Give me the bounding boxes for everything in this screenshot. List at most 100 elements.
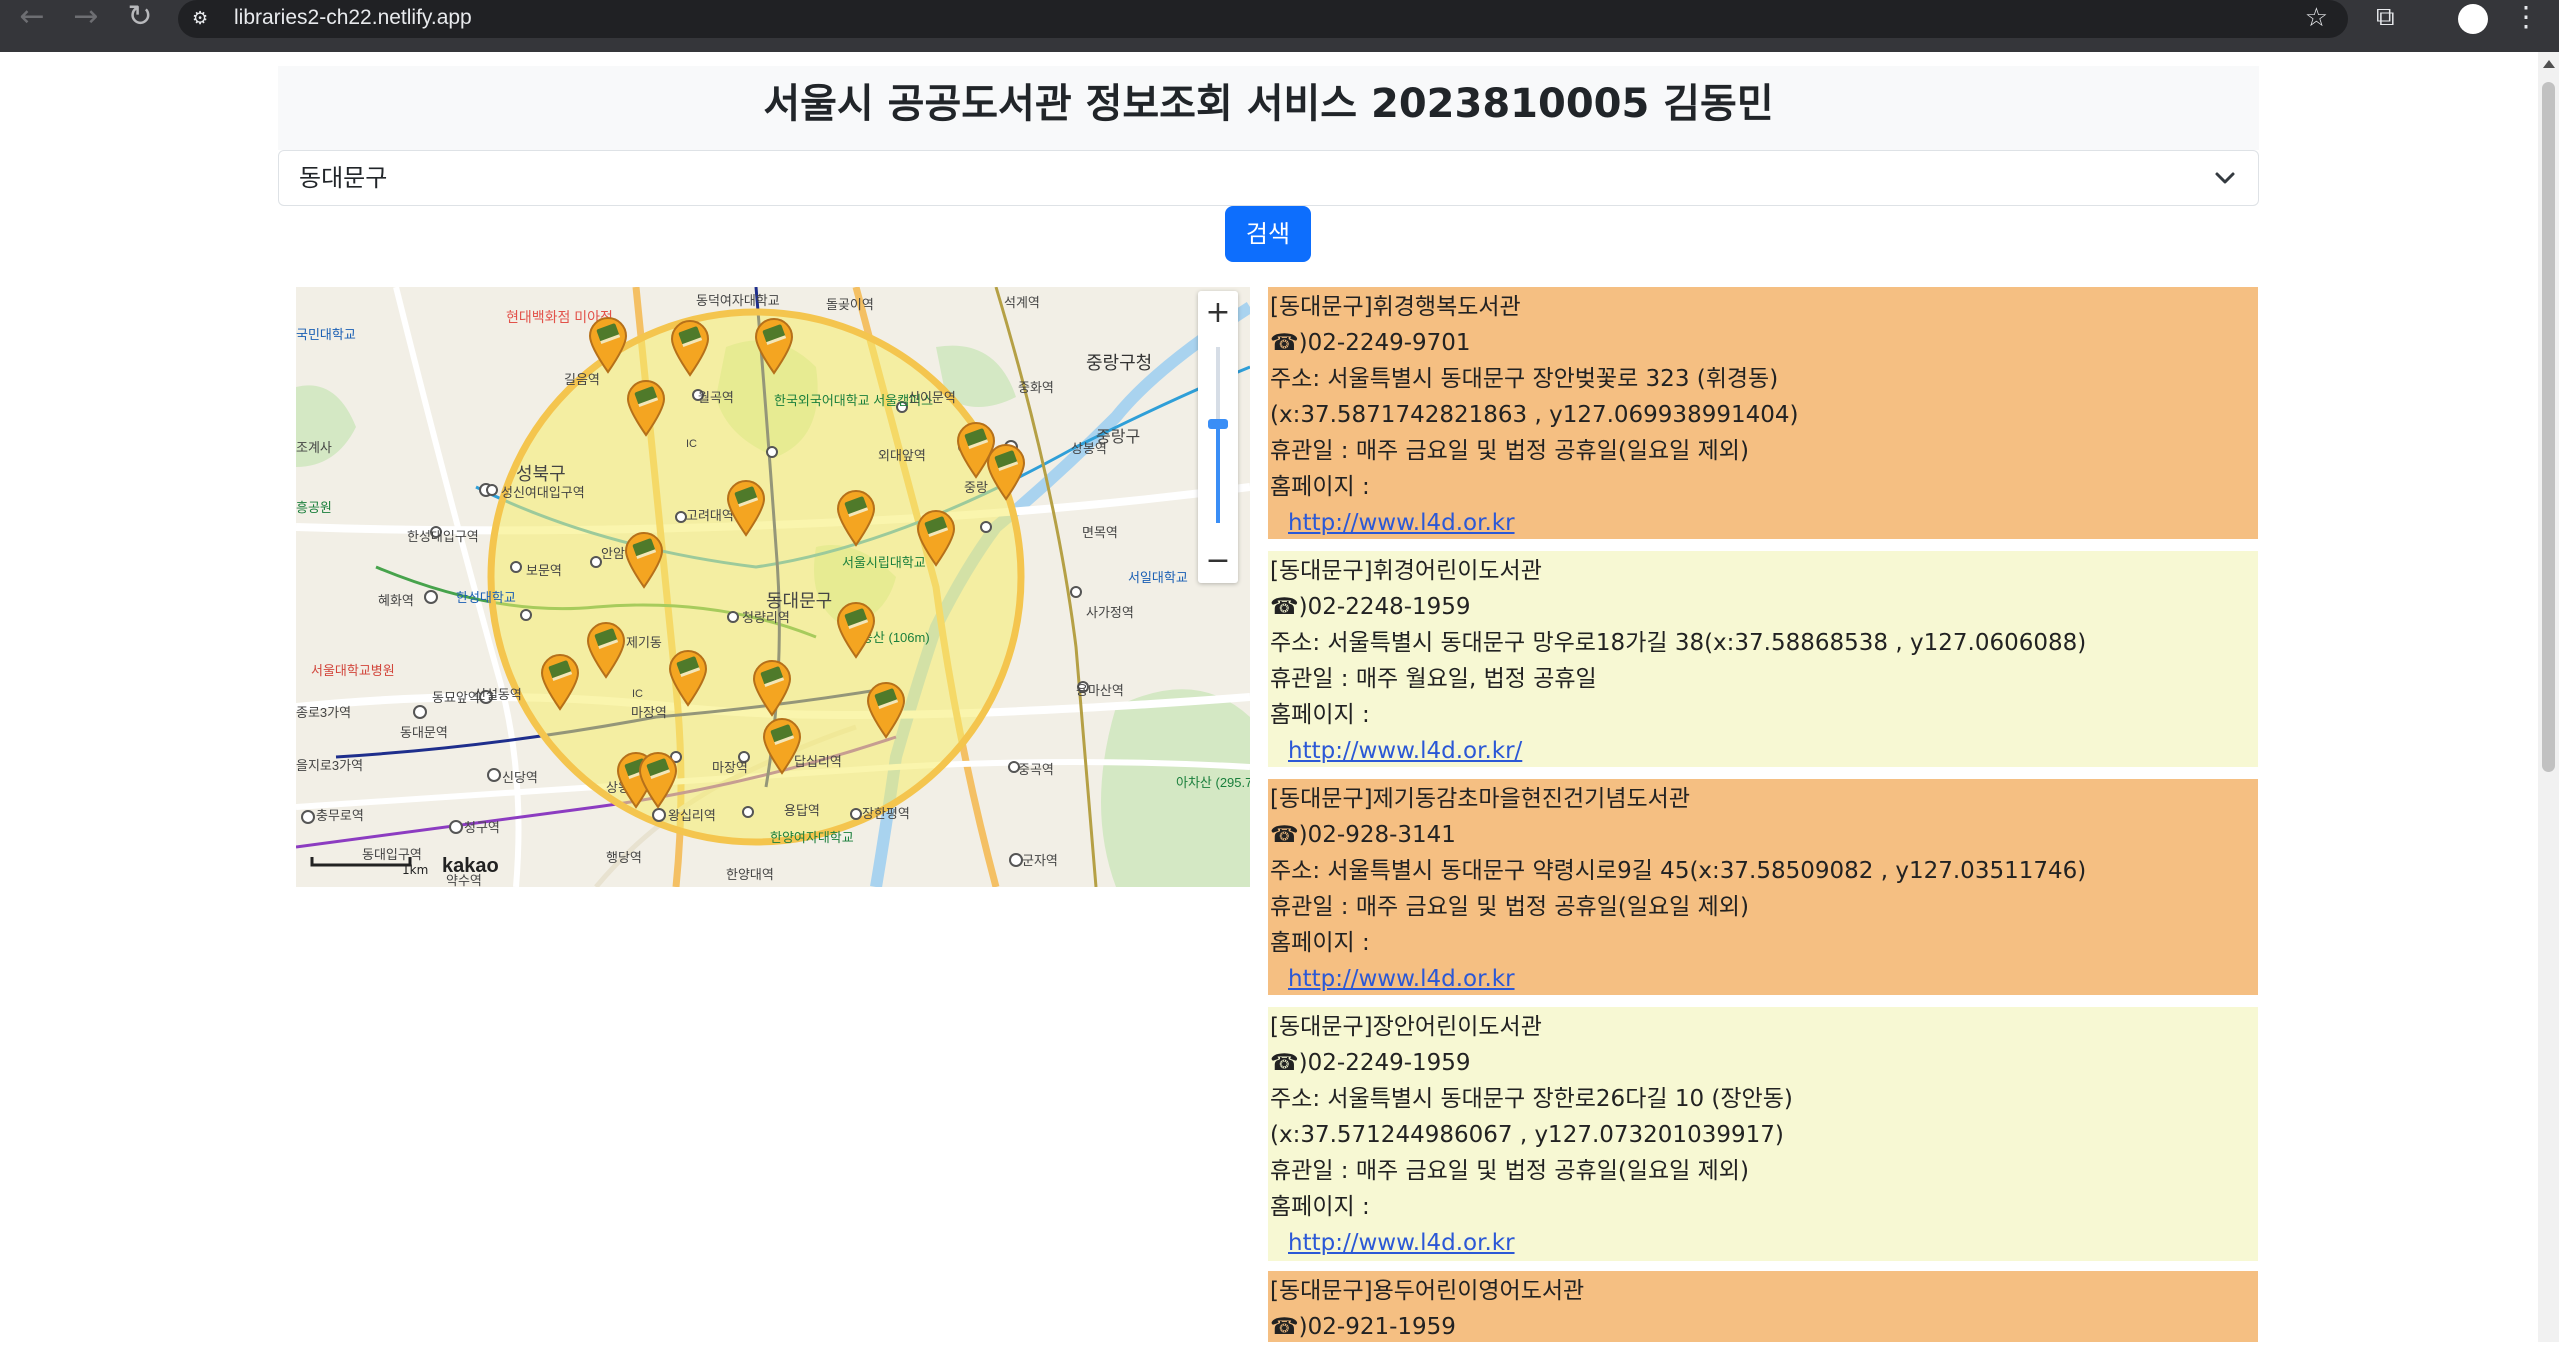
library-address: 주소: 서울특별시 동대문구 장한로26다길 10 (장안동): [1270, 1086, 1793, 1112]
zoom-control: + −: [1198, 291, 1238, 583]
map-base: 현대백화점 미아점 동덕여자대학교 돌곶이역 석계역 중랑구청 국민대학교 길음…: [296, 287, 1250, 887]
map-label: 한양여자대학교: [770, 830, 854, 845]
map-label: 동덕여자대학교: [696, 293, 780, 308]
map-label: 용마산역: [1076, 683, 1124, 698]
map-label: 신이문역: [908, 390, 956, 405]
library-homepage-label: 홈페이지 :: [1270, 474, 1370, 500]
map-label: 아차산 (295.7m): [1176, 775, 1250, 790]
map-label: IC: [632, 688, 643, 700]
address-bar[interactable]: ⚙ libraries2-ch22.netlify.app ☆: [178, 0, 2348, 38]
map-label: 종로3가역: [296, 705, 351, 720]
library-homepage-label: 홈페이지 :: [1270, 930, 1370, 956]
map-label: 중랑구: [1096, 428, 1140, 446]
search-button[interactable]: 검색: [1225, 206, 1311, 262]
map-label: 군자역: [1022, 853, 1058, 868]
map-label: 마장역: [712, 760, 748, 775]
library-phone: ☎)02-921-1959: [1270, 1314, 1456, 1340]
map-label: IC: [686, 438, 697, 450]
map-label: 사가정역: [1086, 605, 1134, 620]
library-phone: ☎)02-928-3141: [1270, 822, 1456, 848]
map-label: 중랑: [964, 480, 988, 495]
library-closed-days: 휴관일 : 매주 월요일, 법정 공휴일: [1270, 666, 1597, 692]
map-label: 마장역: [631, 705, 667, 720]
profile-avatar[interactable]: [2458, 4, 2488, 34]
map-label: 청구역: [464, 820, 500, 835]
map-label: 동묘앞역: [432, 690, 480, 705]
library-coords: (x:37.5871742821863 , y127.069938991404): [1270, 402, 1799, 428]
library-address: 주소: 서울특별시 동대문구 망우로18가길 38(x:37.58868538 …: [1270, 630, 2087, 656]
library-name: [동대문구]용두어린이영어도서관: [1270, 1278, 1585, 1304]
library-item: [동대문구]용두어린이영어도서관 ☎)02-921-1959: [1268, 1271, 2258, 1342]
map-label: 흥공원: [296, 500, 332, 515]
reload-icon[interactable]: ↻: [114, 0, 166, 34]
map-label: 동대문역: [400, 725, 448, 740]
extensions-icon[interactable]: ⧉: [2376, 2, 2395, 33]
library-map[interactable]: 현대백화점 미아점 동덕여자대학교 돌곶이역 석계역 중랑구청 국민대학교 길음…: [296, 287, 1250, 887]
zoom-slider-handle[interactable]: [1208, 419, 1228, 429]
map-label: 보문역: [526, 563, 562, 578]
zoom-in-button[interactable]: +: [1198, 291, 1238, 335]
district-select-value[interactable]: 동대문구: [299, 151, 387, 205]
library-item: [동대문구]휘경행복도서관 ☎)02-2249-9701 주소: 서울특별시 동…: [1268, 287, 2258, 539]
page-scrollbar[interactable]: [2538, 52, 2559, 1342]
zoom-out-button[interactable]: −: [1198, 539, 1238, 583]
library-phone: ☎)02-2248-1959: [1270, 594, 1471, 620]
map-label: 장한평역: [862, 806, 910, 821]
map-label: 면목역: [1082, 525, 1118, 540]
map-label: 답십리역: [794, 754, 842, 769]
library-homepage-label: 홈페이지 :: [1270, 1194, 1370, 1220]
library-item: [동대문구]장안어린이도서관 ☎)02-2249-1959 주소: 서울특별시 …: [1268, 1007, 2258, 1261]
library-item: [동대문구]제기동감초마을현진건기념도서관 ☎)02-928-3141 주소: …: [1268, 779, 2258, 995]
forward-arrow-icon[interactable]: →: [60, 0, 112, 34]
library-homepage-link[interactable]: http://www.l4d.or.kr: [1288, 961, 1515, 997]
map-label: 한양대역: [726, 867, 774, 882]
map-label: 월곡역: [698, 390, 734, 405]
map-label: 충무로역: [316, 808, 364, 823]
library-name: [동대문구]휘경행복도서관: [1270, 294, 1521, 320]
menu-icon[interactable]: ⋮: [2512, 0, 2540, 34]
scrollbar-thumb[interactable]: [2542, 82, 2555, 772]
map-label: 청량리역: [742, 610, 790, 625]
library-homepage-link[interactable]: http://www.l4d.or.kr: [1288, 505, 1515, 541]
library-address: 주소: 서울특별시 동대문구 장안벚꽃로 323 (휘경동): [1270, 366, 1779, 392]
back-arrow-icon[interactable]: ←: [6, 0, 58, 34]
map-label: 서일대학교: [1128, 570, 1188, 585]
map-label: 석계역: [1004, 295, 1040, 310]
site-settings-icon[interactable]: ⚙: [192, 8, 214, 30]
district-select[interactable]: 동대문구: [278, 150, 2259, 206]
browser-toolbar: ← → ↻ ⚙ libraries2-ch22.netlify.app ☆ ⧉ …: [0, 0, 2559, 52]
map-label: 신당역: [502, 770, 538, 785]
map-label: 서울시립대학교: [842, 555, 926, 570]
library-homepage-link[interactable]: http://www.l4d.or.kr: [1288, 1225, 1515, 1261]
map-label: 중곡역: [1018, 762, 1054, 777]
library-closed-days: 휴관일 : 매주 금요일 및 법정 공휴일(일요일 제외): [1270, 438, 1749, 464]
bookmark-star-icon[interactable]: ☆: [2305, 0, 2328, 36]
map-label: 제기동: [626, 635, 662, 650]
map-label: 서울대학교병원: [311, 663, 395, 678]
map-label: 을지로3가역: [296, 758, 363, 773]
map-label: 돌곶이역: [826, 297, 874, 312]
map-label: 중랑구청: [1086, 353, 1152, 373]
page-header: 서울시 공공도서관 정보조회 서비스 2023810005 김동민: [278, 66, 2259, 150]
map-label: 행당역: [606, 850, 642, 865]
map-label: 국민대학교: [296, 327, 356, 342]
map-label: 성북구: [516, 464, 566, 484]
library-coords: (x:37.571244986067 , y127.073201039917): [1270, 1122, 1784, 1148]
map-label: 신설동역: [474, 687, 522, 702]
map-label: 성신여대입구역: [501, 485, 585, 500]
map-label: 조계사: [296, 440, 332, 455]
map-label: 한성대입구역: [407, 529, 479, 544]
library-item: [동대문구]휘경어린이도서관 ☎)02-2248-1959 주소: 서울특별시 …: [1268, 551, 2258, 767]
scroll-up-icon[interactable]: [2543, 60, 2555, 68]
url-text[interactable]: libraries2-ch22.netlify.app: [234, 0, 472, 38]
map-label: 고려대역: [686, 508, 734, 523]
library-name: [동대문구]휘경어린이도서관: [1270, 558, 1542, 584]
library-homepage-link[interactable]: http://www.l4d.or.kr/: [1288, 733, 1522, 769]
map-label: 혜화역: [378, 593, 414, 608]
library-address: 주소: 서울특별시 동대문구 약령시로9길 45(x:37.58509082 ,…: [1270, 858, 2087, 884]
library-name: [동대문구]제기동감초마을현진건기념도서관: [1270, 786, 1690, 812]
library-name: [동대문구]장안어린이도서관: [1270, 1014, 1542, 1040]
map-label: 한성대학교: [456, 590, 516, 605]
map-label: 외대앞역: [878, 448, 926, 463]
map-label: 길음역: [564, 372, 600, 387]
